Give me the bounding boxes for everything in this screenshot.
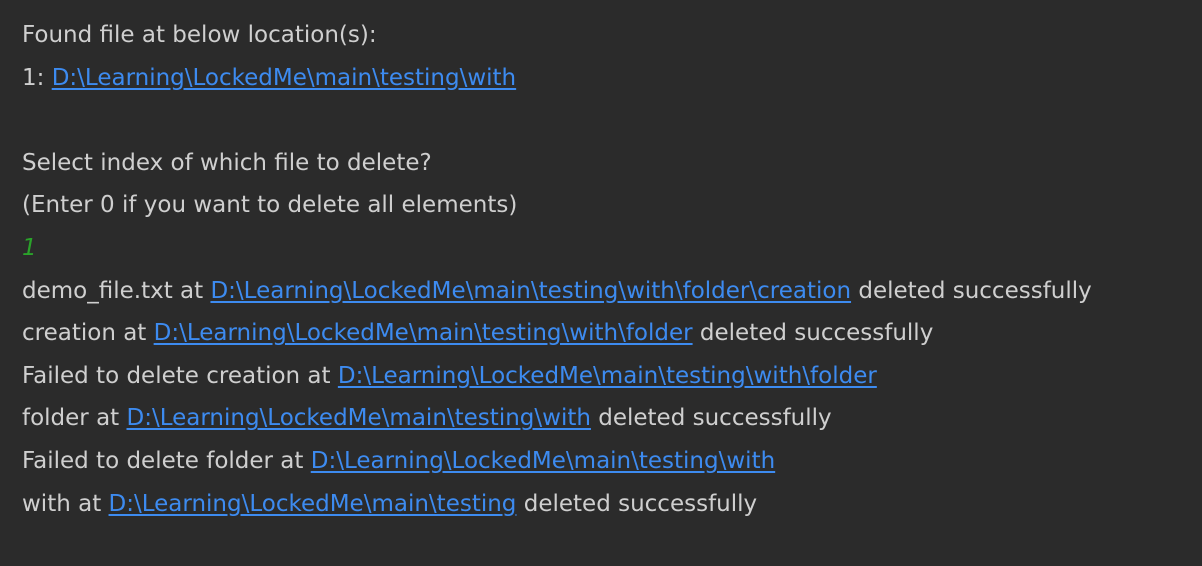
user-input-text[interactable]: 1 xyxy=(22,235,37,261)
console-line: Failed to delete creation at D:\Learning… xyxy=(22,355,1202,398)
console-line: folder at D:\Learning\LockedMe\main\test… xyxy=(22,397,1202,440)
console-line: Found file at below location(s): xyxy=(22,14,1202,57)
console-text: deleted successfully xyxy=(851,277,1092,304)
console-text: deleted successfully xyxy=(516,490,758,517)
console-text: Select index of which file to delete? xyxy=(22,149,432,176)
console-line: with at D:\Learning\LockedMe\main\testin… xyxy=(22,483,1202,526)
console-text: deleted successfully xyxy=(692,320,934,347)
path-link[interactable]: D:\Learning\LockedMe\main\testing\with\f… xyxy=(338,363,877,389)
console-line: 1: D:\Learning\LockedMe\main\testing\wit… xyxy=(22,57,1202,100)
console-text: demo_file.txt at xyxy=(22,277,211,304)
path-link[interactable]: D:\Learning\LockedMe\main\testing\with xyxy=(127,405,591,431)
console-text: Found file at below location(s): xyxy=(22,22,377,48)
console-input-line[interactable]: 1 xyxy=(22,227,1202,270)
path-link[interactable]: D:\Learning\LockedMe\main\testing xyxy=(109,491,517,517)
path-link[interactable]: D:\Learning\LockedMe\main\testing\with\f… xyxy=(154,320,693,346)
console-line: (Enter 0 if you want to delete all eleme… xyxy=(22,184,1202,227)
console-text: folder at xyxy=(22,405,127,432)
console-line: Failed to delete folder at D:\Learning\L… xyxy=(22,440,1202,483)
console-text: with at xyxy=(22,490,109,517)
console-text: (Enter 0 if you want to delete all eleme… xyxy=(22,192,518,219)
console-line: demo_file.txt at D:\Learning\LockedMe\ma… xyxy=(22,270,1202,313)
console-line: creation at D:\Learning\LockedMe\main\te… xyxy=(22,312,1202,355)
console-text: Failed to delete folder at xyxy=(22,447,311,474)
path-link[interactable]: D:\Learning\LockedMe\main\testing\with\f… xyxy=(210,278,851,304)
console-text: creation at xyxy=(22,320,154,347)
path-link[interactable]: D:\Learning\LockedMe\main\testing\with xyxy=(52,65,516,91)
path-link[interactable]: D:\Learning\LockedMe\main\testing\with xyxy=(311,448,775,474)
console-text: 1: xyxy=(22,64,52,91)
console-text: deleted successfully xyxy=(590,405,832,432)
console-line: Select index of which file to delete? xyxy=(22,142,1202,185)
console-output: Found file at below location(s): 1: D:\L… xyxy=(0,0,1202,566)
console-text: Failed to delete creation at xyxy=(22,362,338,389)
